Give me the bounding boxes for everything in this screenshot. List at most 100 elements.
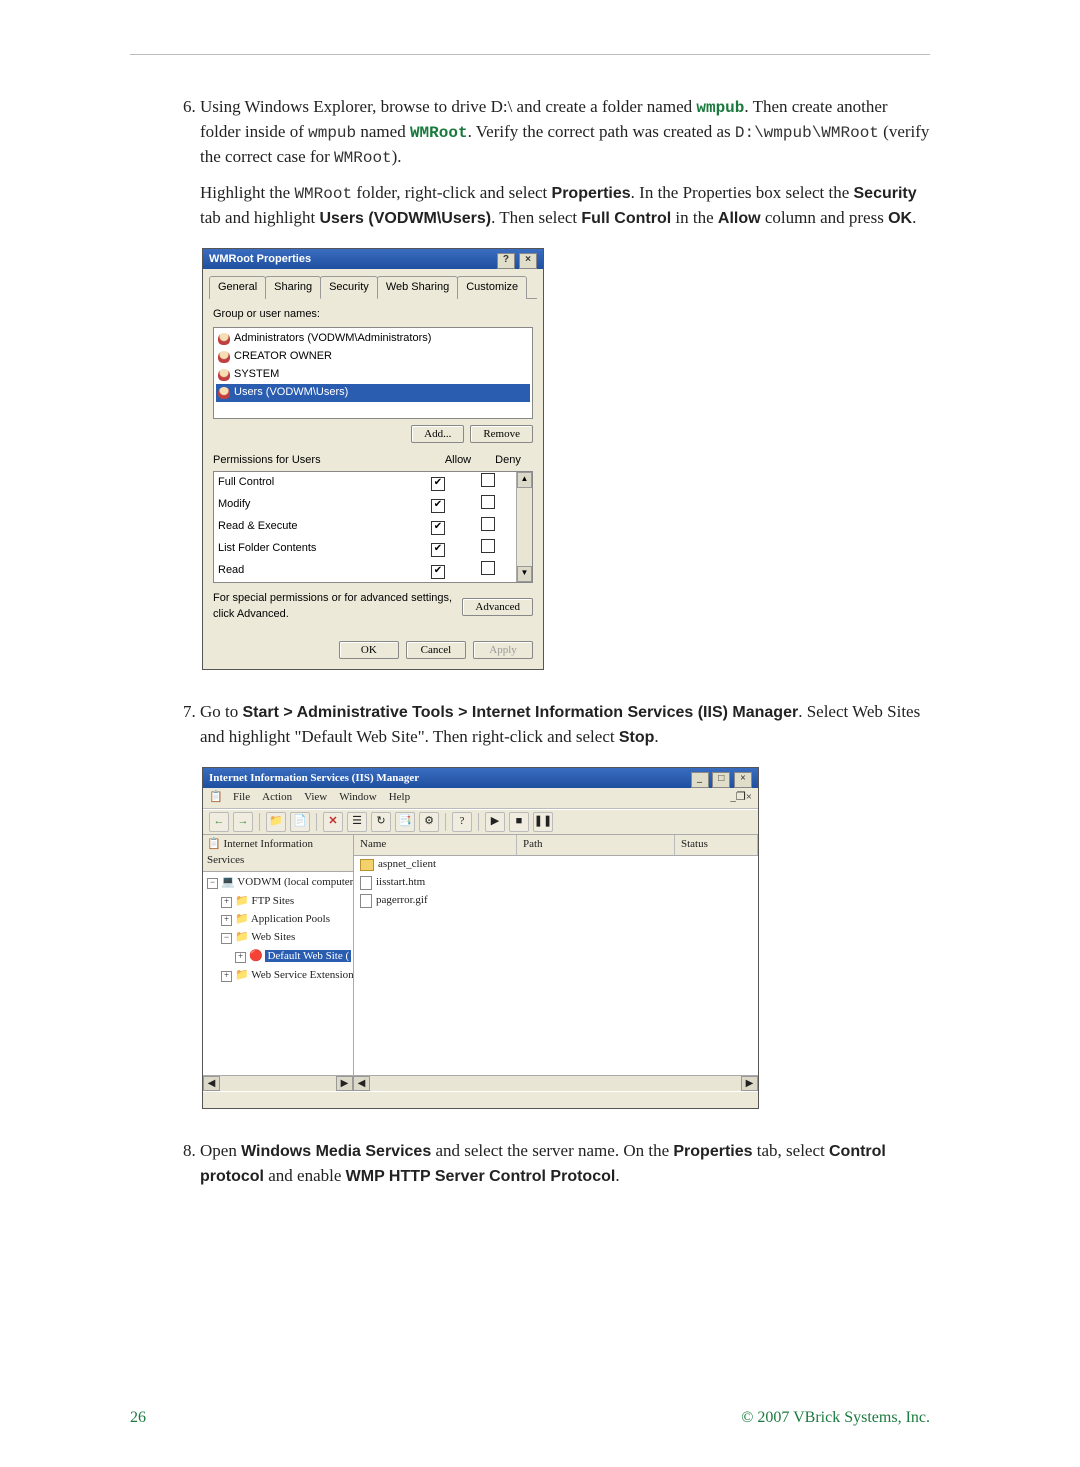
scroll-left-icon[interactable]: ◀: [203, 1076, 220, 1091]
perm-scrollbar[interactable]: ▲ ▼: [516, 472, 532, 582]
col-name[interactable]: Name: [354, 835, 517, 855]
deny-checkbox[interactable]: [481, 473, 495, 487]
menu-file[interactable]: File: [233, 790, 250, 806]
group-listbox[interactable]: Administrators (VODWM\Administrators) CR…: [213, 327, 533, 419]
expand-icon[interactable]: +: [221, 915, 232, 926]
allow-checkbox[interactable]: [431, 477, 445, 491]
ok-button[interactable]: OK: [339, 641, 399, 659]
allow-checkbox[interactable]: [431, 543, 445, 557]
maximize-icon[interactable]: □: [712, 772, 730, 788]
deny-checkbox[interactable]: [481, 517, 495, 531]
tree-node[interactable]: +📁 FTP Sites: [221, 893, 353, 911]
bold: Properties: [673, 1143, 752, 1160]
menu-action[interactable]: Action: [262, 790, 292, 806]
allow-checkbox[interactable]: [431, 565, 445, 579]
step-7: Go to Start > Administrative Tools > Int…: [200, 700, 930, 1109]
close-icon[interactable]: ×: [734, 772, 752, 788]
refresh-button[interactable]: ↻: [371, 812, 391, 832]
group-item[interactable]: SYSTEM: [216, 366, 530, 384]
perm-row: Full Control: [214, 472, 517, 494]
tool-button[interactable]: ☰: [347, 812, 367, 832]
list-item[interactable]: iisstart.htm: [354, 874, 758, 892]
list-body[interactable]: aspnet_client iisstart.htm pagerror.gif: [354, 856, 758, 1075]
menu-view[interactable]: View: [304, 790, 327, 806]
menu-help[interactable]: Help: [389, 790, 410, 806]
play-button[interactable]: ▶: [485, 812, 505, 832]
permissions-box: Full ControlModifyRead & ExecuteList Fol…: [213, 471, 533, 583]
scroll-right-icon[interactable]: ▶: [741, 1076, 758, 1091]
col-path[interactable]: Path: [517, 835, 675, 855]
apply-button[interactable]: Apply: [473, 641, 533, 659]
item-label: iisstart.htm: [376, 875, 425, 891]
advanced-button[interactable]: Advanced: [462, 598, 533, 616]
collapse-icon[interactable]: −: [207, 878, 218, 889]
stop-button[interactable]: ■: [509, 812, 529, 832]
delete-button[interactable]: ✕: [323, 812, 343, 832]
deny-checkbox[interactable]: [481, 561, 495, 575]
tab-general[interactable]: General: [209, 276, 266, 299]
group-item-selected[interactable]: Users (VODWM\Users): [216, 384, 530, 402]
tree-node[interactable]: +📁 Application Pools: [221, 911, 353, 929]
bold: OK: [888, 210, 912, 227]
expand-icon[interactable]: +: [221, 971, 232, 982]
scroll-up-icon[interactable]: ▲: [517, 472, 532, 488]
close-icon[interactable]: ×: [519, 253, 537, 269]
deny-checkbox[interactable]: [481, 495, 495, 509]
text: tab, select: [753, 1141, 829, 1160]
text: . Then select: [491, 208, 581, 227]
allow-checkbox[interactable]: [431, 499, 445, 513]
tree-node[interactable]: −📁 Web Sites +🔴 Default Web Site (: [221, 929, 353, 967]
expand-icon[interactable]: +: [235, 952, 246, 963]
forward-button[interactable]: [233, 812, 253, 832]
tab-customize[interactable]: Customize: [457, 276, 527, 299]
props-button[interactable]: 📄: [290, 812, 310, 832]
text: Using Windows Explorer, browse to drive …: [200, 97, 696, 116]
text: . In the Properties box select the: [631, 183, 854, 202]
tab-sharing[interactable]: Sharing: [265, 276, 321, 299]
help-icon[interactable]: ?: [497, 253, 515, 269]
list-item[interactable]: pagerror.gif: [354, 892, 758, 910]
separator: [316, 813, 317, 831]
group-text: CREATOR OWNER: [234, 349, 332, 365]
tree-node[interactable]: +📁 Web Service Extension: [221, 967, 353, 985]
add-button[interactable]: Add...: [411, 425, 464, 443]
special-text: For special permissions or for advanced …: [213, 591, 462, 623]
group-item[interactable]: CREATOR OWNER: [216, 348, 530, 366]
tree-pane[interactable]: 📋 Internet Information Services −💻 VODWM…: [203, 835, 354, 1075]
toolbar: 📁 📄 ✕ ☰ ↻ 📑 ⚙ ? ▶ ■ ❚❚: [203, 809, 758, 835]
bold: Start > Administrative Tools > Internet …: [243, 704, 799, 721]
sub-restore-icon[interactable]: ❐: [736, 790, 746, 806]
list-item[interactable]: aspnet_client: [354, 856, 758, 874]
remove-button[interactable]: Remove: [470, 425, 533, 443]
deny-checkbox[interactable]: [481, 539, 495, 553]
menu-window[interactable]: Window: [339, 790, 376, 806]
cancel-button[interactable]: Cancel: [406, 641, 466, 659]
scroll-down-icon[interactable]: ▼: [517, 566, 532, 582]
tree-node-selected[interactable]: +🔴 Default Web Site (: [235, 948, 353, 966]
expand-icon[interactable]: +: [221, 897, 232, 908]
tab-security[interactable]: Security: [320, 276, 378, 299]
list-scrollbar[interactable]: ◀▶: [353, 1075, 758, 1091]
tree-scrollbar[interactable]: ◀▶: [203, 1075, 353, 1091]
text: Go to: [200, 702, 243, 721]
help-button[interactable]: ?: [452, 812, 472, 832]
bold: WMP HTTP Server Control Protocol: [346, 1168, 616, 1185]
sub-close-icon[interactable]: ×: [746, 790, 752, 806]
minimize-icon[interactable]: _: [691, 772, 709, 788]
tab-websharing[interactable]: Web Sharing: [377, 276, 458, 299]
allow-checkbox[interactable]: [431, 521, 445, 535]
tree-node[interactable]: −💻 VODWM (local computer) +📁 FTP Sites +…: [207, 874, 353, 986]
group-text: Administrators (VODWM\Administrators): [234, 331, 431, 347]
dialog-titlebar: WMRoot Properties ? ×: [203, 249, 543, 269]
pause-button[interactable]: ❚❚: [533, 812, 553, 832]
collapse-icon[interactable]: −: [221, 933, 232, 944]
col-status[interactable]: Status: [675, 835, 758, 855]
back-button[interactable]: [209, 812, 229, 832]
group-item[interactable]: Administrators (VODWM\Administrators): [216, 330, 530, 348]
scroll-right-icon[interactable]: ▶: [336, 1076, 353, 1091]
scroll-left-icon[interactable]: ◀: [353, 1076, 370, 1091]
tool2-button[interactable]: ⚙: [419, 812, 439, 832]
export-button[interactable]: 📑: [395, 812, 415, 832]
up-button[interactable]: 📁: [266, 812, 286, 832]
app-icon: 📋: [209, 790, 221, 806]
